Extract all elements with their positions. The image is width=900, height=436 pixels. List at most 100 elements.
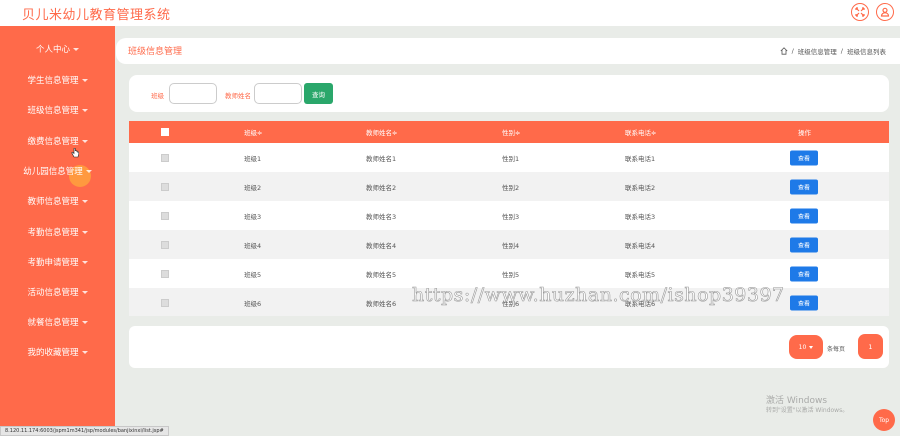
sidebar-item-label: 我的收藏管理 [27, 348, 79, 358]
cell-teacher: 教师姓名6 [366, 299, 397, 308]
cell-class: 班级1 [244, 154, 262, 163]
table-row: 班级1 教师姓名1 性别1 联系电话1 查看 [129, 143, 889, 172]
row-checkbox[interactable] [161, 298, 169, 307]
back-to-top-button[interactable]: Top [873, 409, 895, 431]
sidebar-item-classes[interactable]: 班级信息管理 [0, 95, 115, 125]
cell-gender: 性别1 [502, 154, 520, 163]
chevron-down-icon [81, 108, 88, 112]
cell-gender: 性别4 [502, 241, 520, 250]
expand-icon[interactable] [851, 3, 869, 21]
cell-gender: 性别5 [502, 270, 520, 279]
sidebar-item-attendance-requests[interactable]: 考勤申请管理 [0, 247, 115, 277]
view-button[interactable]: 查看 [790, 150, 818, 165]
table-header: 班级≑ 教师姓名≑ 性别≑ 联系电话≑ 操作 [129, 121, 889, 143]
view-button[interactable]: 查看 [790, 208, 818, 223]
sidebar-item-label: 缴费信息管理 [27, 137, 79, 147]
pagination: 10 条每页 1 [129, 326, 889, 368]
chevron-down-icon [81, 320, 88, 324]
cell-class: 班级3 [244, 212, 262, 221]
page-size-select[interactable]: 10 [789, 335, 823, 359]
sidebar-item-label: 幼儿园信息管理 [23, 167, 83, 177]
breadcrumb: / 班级信息管理 / 班级信息列表 [780, 46, 886, 56]
table-row: 班级3 教师姓名3 性别3 联系电话3 查看 [129, 201, 889, 230]
cell-teacher: 教师姓名4 [366, 241, 397, 250]
windows-activation-subtitle: 转到"设置"以激活 Windows。 [766, 407, 849, 414]
watermark: https://www.huzhan.com/ishop39397 [412, 284, 785, 307]
breadcrumb-item[interactable]: 班级信息列表 [847, 46, 886, 56]
class-label: 班级 [151, 92, 164, 100]
sidebar-item-label: 就餐信息管理 [27, 318, 79, 328]
sidebar-item-payments[interactable]: 缴费信息管理 [0, 126, 115, 156]
sidebar-item-label: 学生信息管理 [27, 76, 79, 86]
hand-cursor-icon [71, 148, 79, 158]
page-number-button[interactable]: 1 [858, 334, 883, 359]
row-checkbox[interactable] [161, 269, 169, 278]
view-button[interactable]: 查看 [790, 295, 818, 310]
sidebar-item-label: 考勤信息管理 [27, 228, 79, 238]
row-checkbox[interactable] [161, 240, 169, 249]
select-all-checkbox[interactable] [161, 128, 169, 136]
chevron-down-icon [81, 290, 88, 294]
table-row: 班级4 教师姓名4 性别4 联系电话4 查看 [129, 230, 889, 259]
column-header-phone[interactable]: 联系电话≑ [625, 127, 656, 137]
cell-class: 班级2 [244, 183, 262, 192]
sidebar-item-favorites[interactable]: 我的收藏管理 [0, 337, 115, 367]
sidebar-item-students[interactable]: 学生信息管理 [0, 65, 115, 95]
row-checkbox[interactable] [161, 182, 169, 191]
sidebar-item-personal-center[interactable]: 个人中心 [0, 34, 115, 64]
row-checkbox[interactable] [161, 211, 169, 220]
chevron-down-icon [73, 47, 79, 51]
table-row: 班级2 教师姓名2 性别2 联系电话2 查看 [129, 172, 889, 201]
top-bar: 贝儿米幼儿教育管理系统 [0, 0, 900, 26]
sidebar-item-attendance[interactable]: 考勤信息管理 [0, 217, 115, 247]
chevron-down-icon [85, 169, 92, 173]
chevron-down-icon [81, 78, 88, 82]
cell-class: 班级5 [244, 270, 262, 279]
cell-class: 班级4 [244, 241, 262, 250]
sidebar-item-activities[interactable]: 活动信息管理 [0, 277, 115, 307]
sidebar-item-label: 考勤申请管理 [27, 258, 79, 268]
view-button[interactable]: 查看 [790, 179, 818, 194]
sidebar-item-teachers[interactable]: 教师信息管理 [0, 186, 115, 216]
breadcrumb-separator: / [840, 47, 843, 55]
cell-phone: 联系电话3 [625, 212, 656, 221]
chevron-down-icon [809, 345, 814, 349]
column-header-teacher[interactable]: 教师姓名≑ [366, 127, 397, 137]
cell-teacher: 教师姓名5 [366, 270, 397, 279]
column-header-class[interactable]: 班级≑ [244, 127, 262, 137]
chevron-down-icon [81, 260, 88, 264]
cell-phone: 联系电话1 [625, 154, 656, 163]
cell-teacher: 教师姓名1 [366, 154, 397, 163]
user-icon[interactable] [876, 3, 894, 21]
sidebar-item-label: 个人中心 [35, 45, 70, 55]
breadcrumb-separator: / [791, 47, 794, 55]
view-button[interactable]: 查看 [790, 266, 818, 281]
sidebar-item-meals[interactable]: 就餐信息管理 [0, 307, 115, 337]
search-button[interactable]: 查询 [304, 83, 333, 104]
column-header-actions: 操作 [798, 129, 811, 137]
status-bar-url: 8.120.11.174:6003/jspm1m341/jsp/modules/… [0, 426, 169, 436]
sidebar-item-label: 班级信息管理 [27, 106, 79, 116]
sidebar-item-kindergartens[interactable]: 幼儿园信息管理 [0, 156, 115, 186]
class-input[interactable] [169, 83, 217, 104]
cell-teacher: 教师姓名2 [366, 183, 397, 192]
column-header-gender[interactable]: 性别≑ [502, 127, 520, 137]
cell-class: 班级6 [244, 299, 262, 308]
view-button[interactable]: 查看 [790, 237, 818, 252]
teacher-name-label: 教师姓名 [225, 92, 251, 100]
per-page-label: 条每页 [827, 346, 846, 353]
page-title: 班级信息管理 [128, 47, 183, 57]
search-panel: 班级 教师姓名 查询 [129, 75, 889, 112]
home-icon[interactable] [780, 47, 788, 55]
row-checkbox[interactable] [161, 153, 169, 162]
breadcrumb-item[interactable]: 班级信息管理 [798, 46, 837, 56]
sidebar: 个人中心 学生信息管理 班级信息管理 缴费信息管理 幼儿园信息管理 教师信息管理… [0, 26, 115, 436]
teacher-name-input[interactable] [254, 83, 302, 104]
page-header: 班级信息管理 / 班级信息管理 / 班级信息列表 [116, 38, 900, 64]
chevron-down-icon [81, 350, 88, 354]
cell-gender: 性别3 [502, 212, 520, 221]
cell-phone: 联系电话2 [625, 183, 656, 192]
cell-phone: 联系电话5 [625, 270, 656, 279]
chevron-down-icon [81, 199, 88, 203]
cell-gender: 性别2 [502, 183, 520, 192]
